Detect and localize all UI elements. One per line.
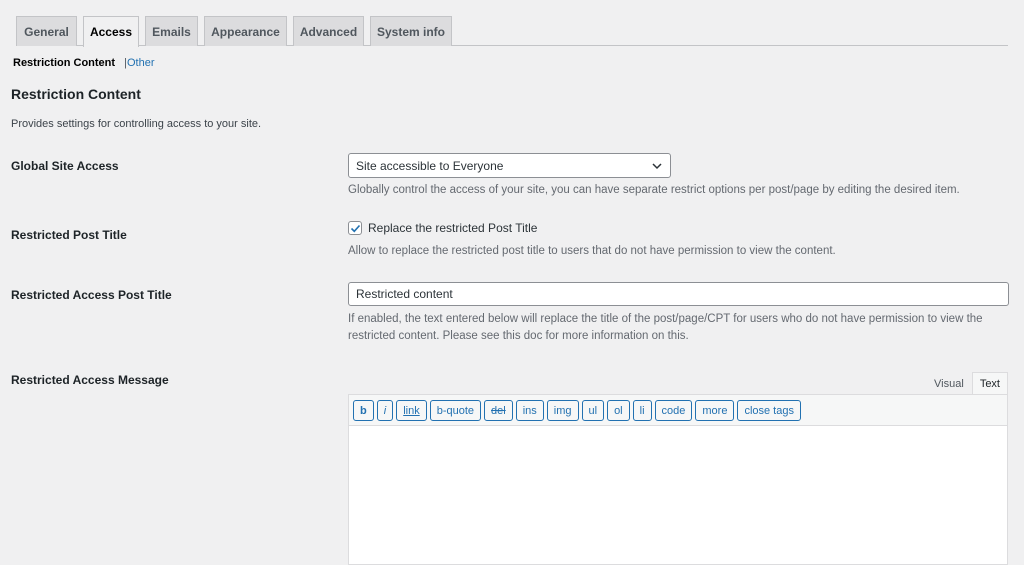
tab-advanced[interactable]: Advanced — [293, 16, 364, 46]
restricted-post-title-option: Replace the restricted Post Title — [348, 221, 537, 235]
tab-access[interactable]: Access — [83, 16, 139, 47]
restricted-post-title-description: Allow to replace the restricted post tit… — [348, 245, 836, 257]
qt-bold-button[interactable]: b — [353, 400, 374, 421]
checkmark-icon — [350, 224, 360, 232]
subnav-other-link[interactable]: Other — [127, 57, 155, 69]
global-site-access-select[interactable]: Site accessible to Everyone — [348, 153, 671, 178]
restricted-access-message-textarea[interactable] — [348, 425, 1008, 565]
qt-link-button[interactable]: link — [396, 400, 427, 421]
settings-tabs: General Access Emails Appearance Advance… — [16, 16, 1008, 47]
qt-li-button[interactable]: li — [632, 400, 652, 421]
restricted-access-post-title-value: Restricted content — [356, 287, 453, 301]
section-intro: Provides settings for controlling access… — [11, 118, 262, 130]
subnav-current: Restriction Content — [13, 57, 116, 69]
replace-title-checkbox-label: Replace the restricted Post Title — [368, 221, 538, 235]
editor-tab-visual[interactable]: Visual — [926, 372, 972, 395]
qt-ins-button[interactable]: ins — [515, 400, 544, 421]
section-title: Restriction Content — [11, 86, 141, 102]
global-site-access-description: Globally control the access of your site… — [348, 184, 960, 196]
tab-general[interactable]: General — [16, 16, 77, 46]
restricted-access-post-title-description-line1: If enabled, the text entered below will … — [348, 313, 983, 325]
restricted-access-post-title-label: Restricted Access Post Title — [11, 288, 172, 302]
tab-emails[interactable]: Emails — [145, 16, 198, 46]
editor-mode-tabs: Visual Text — [926, 372, 1008, 395]
qt-close-tags-button[interactable]: close tags — [737, 400, 801, 421]
tab-appearance[interactable]: Appearance — [204, 16, 287, 46]
restricted-post-title-label: Restricted Post Title — [11, 228, 127, 242]
qt-more-button[interactable]: more — [695, 400, 735, 421]
global-site-access-label: Global Site Access — [11, 159, 119, 173]
replace-title-checkbox[interactable] — [348, 221, 362, 235]
sub-navigation: Restriction Content |Other — [13, 57, 155, 69]
qt-italic-button[interactable]: i — [376, 400, 394, 421]
restricted-access-post-title-description-line2: restricted content. Please see this doc … — [348, 330, 689, 342]
qt-ul-button[interactable]: ul — [581, 400, 605, 421]
qt-img-button[interactable]: img — [546, 400, 579, 421]
tab-system-info[interactable]: System info — [370, 16, 452, 46]
qt-del-button[interactable]: del — [484, 400, 513, 421]
qt-ol-button[interactable]: ol — [607, 400, 630, 421]
qt-code-button[interactable]: code — [654, 400, 693, 421]
restricted-access-message-label: Restricted Access Message — [11, 373, 169, 387]
editor-tab-text[interactable]: Text — [971, 372, 1008, 395]
global-site-access-value: Site accessible to Everyone — [356, 158, 504, 173]
chevron-down-icon — [652, 163, 662, 170]
qt-blockquote-button[interactable]: b-quote — [429, 400, 482, 421]
restricted-access-post-title-input[interactable]: Restricted content — [348, 282, 1009, 306]
quicktags-toolbar: b i link b-quote del ins img ul ol li co… — [348, 394, 1008, 426]
